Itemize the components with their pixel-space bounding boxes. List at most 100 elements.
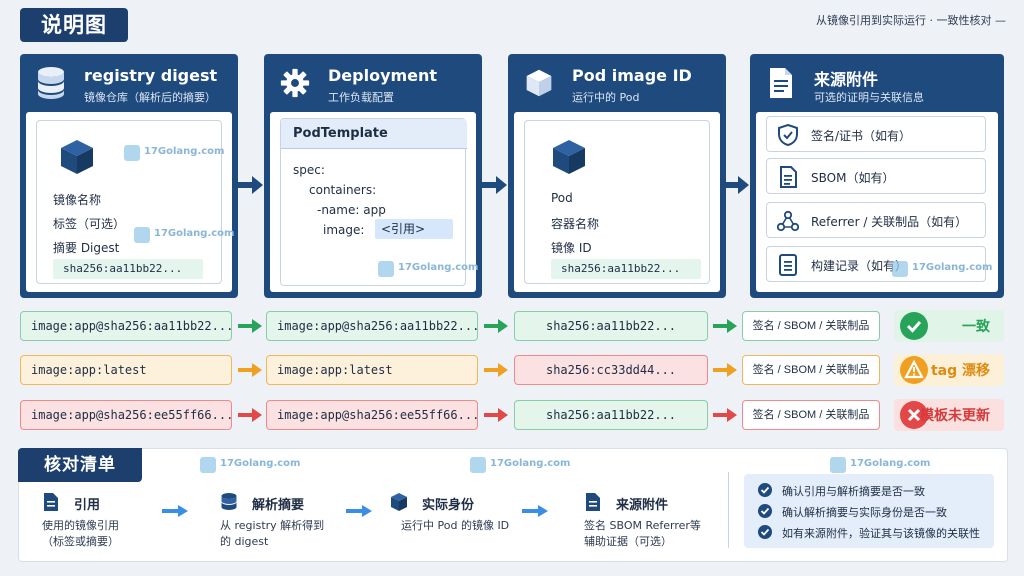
source-label: Referrer / 关联制品（如有） [811,215,968,229]
step-desc-line: 的 digest [220,535,269,548]
step-desc-line: 使用的镜像引用 [42,519,119,532]
database-icon [221,493,237,510]
field-tag: 标签（可选） [53,217,126,231]
step-desc-line: 签名 SBOM Referrer等 [584,519,701,532]
arrow-right-icon [237,176,263,194]
step-desc: 运行中 Pod 的镜像 ID [401,518,509,534]
source-item-signature: 签名/证书（如有） [766,116,986,152]
watermark-text: 17Golang.com [144,146,225,157]
arrow-right-icon [723,176,749,194]
source-item-referrer: Referrer / 关联制品（如有） [766,202,986,238]
digest-hash: sha256:aa11bb22... [53,259,203,279]
arrow-right-icon [346,505,372,517]
shield-check-icon [778,124,798,146]
cube-icon [391,493,407,511]
watermark-text: 17Golang.com [220,458,301,469]
source-label: 签名/证书（如有） [811,129,912,143]
check-circle-icon [758,525,772,539]
divider [728,472,729,548]
source-label: SBOM（如有） [811,171,895,185]
warning-icon [900,356,928,384]
card-registry-digest: registry digest 镜像仓库（解析后的摘要） 镜像名称 标签（可选）… [20,54,238,298]
card-pod-image-id: Pod image ID 运行中的 Pod Pod 容器名称 镜像 ID sha… [508,54,726,298]
step-title: 实际身份 [422,498,475,513]
row2-deployment: image:app:latest [266,355,478,385]
arrow-right-icon [484,319,508,333]
step-desc-line: 辅助证据（可选） [584,535,672,548]
card-title: registry digest [84,66,218,85]
arrow-right-icon [484,408,508,422]
watermark-text: 17Golang.com [154,228,235,239]
step-desc: 使用的镜像引用 （标签或摘要） [42,518,119,550]
document-icon [770,68,792,98]
card-title: Deployment [328,66,438,85]
row3-deployment: image:app@sha256:ee55ff66... [266,400,478,430]
code-line-image: image: [323,223,365,237]
image-id-hash: sha256:aa11bb22... [551,259,701,279]
check-label: 如有来源附件，验证其与该镜像的关联性 [782,527,980,540]
field-digest: 摘要 Digest [53,241,120,255]
arrow-right-icon [238,363,262,377]
step-desc-line: （标签或摘要） [42,535,119,548]
gear-icon [280,68,310,98]
field-container-name: 容器名称 [551,217,600,231]
watermark-text: 17Golang.com [850,458,931,469]
step-title: 引用 [74,498,101,513]
file-list-icon [780,166,797,188]
status-label: 模板未更新 [920,408,990,424]
row1-source: 签名 / SBOM / 关联制品 [742,311,880,341]
arrow-right-icon [484,363,508,377]
arrow-right-icon [713,319,737,333]
document-icon [586,493,600,511]
page-title: 说明图 [20,8,128,42]
card-title: Pod image ID [572,66,692,85]
verification-checks: 确认引用与解析摘要是否一致 确认解析摘要与实际身份是否一致 如有来源附件，验证其… [744,474,994,548]
row1-deployment: image:app@sha256:aa11bb22... [266,311,478,341]
status-label: 一致 [962,319,990,335]
row2-source: 签名 / SBOM / 关联制品 [742,355,880,385]
database-icon [38,67,64,99]
card-subtitle: 可选的证明与关联信息 [814,91,924,104]
code-line-spec: spec: [293,163,325,177]
step-desc-line: 运行中 Pod 的镜像 ID [401,519,510,532]
row1-reference: image:app@sha256:aa11bb22... [20,311,232,341]
arrow-right-icon [481,176,507,194]
step-desc: 签名 SBOM Referrer等 辅助证据（可选） [584,518,701,550]
cube-icon [526,69,552,97]
code-line-containers: containers: [309,183,377,197]
source-item-sbom: SBOM（如有） [766,158,986,194]
row2-status: tag 漂移 [894,354,1004,386]
check-label: 确认引用与解析摘要是否一致 [782,485,925,498]
row3-reference: image:app@sha256:ee55ff66... [20,400,232,430]
watermark-text: 17Golang.com [912,262,993,273]
field-image-id: 镜像 ID [551,241,592,255]
arrow-right-icon [238,319,262,333]
check-circle-icon [758,483,772,497]
build-record-icon [779,254,797,276]
cube-icon [61,140,93,174]
card-subtitle: 运行中的 Pod [572,91,640,104]
arrow-right-icon [238,408,262,422]
cube-icon [553,140,585,174]
row3-source: 签名 / SBOM / 关联制品 [742,400,880,430]
pod-template-title: PodTemplate [281,119,467,149]
row3-status: 模板未更新 [894,399,1004,431]
card-subtitle: 工作负载配置 [328,91,394,104]
code-line-name: -name: app [317,203,386,217]
card-subtitle: 镜像仓库（解析后的摘要） [84,91,216,104]
row1-status: 一致 [894,310,1004,342]
row2-pod-id: sha256:cc33dd44... [514,355,708,385]
arrow-right-icon [522,505,548,517]
step-desc-line: 从 registry 解析得到 [220,519,325,532]
watermark-text: 17Golang.com [490,458,571,469]
check-label: 确认解析摘要与实际身份是否一致 [782,506,947,519]
arrow-right-icon [713,363,737,377]
step-title: 来源附件 [616,498,669,513]
row1-pod-id: sha256:aa11bb22... [514,311,708,341]
watermark-text: 17Golang.com [398,262,479,273]
image-ref-placeholder: <引用> [375,219,453,239]
step-desc: 从 registry 解析得到 的 digest [220,518,324,550]
field-pod: Pod [551,191,573,205]
document-icon [44,493,58,511]
checklist-title: 核对清单 [18,448,142,482]
